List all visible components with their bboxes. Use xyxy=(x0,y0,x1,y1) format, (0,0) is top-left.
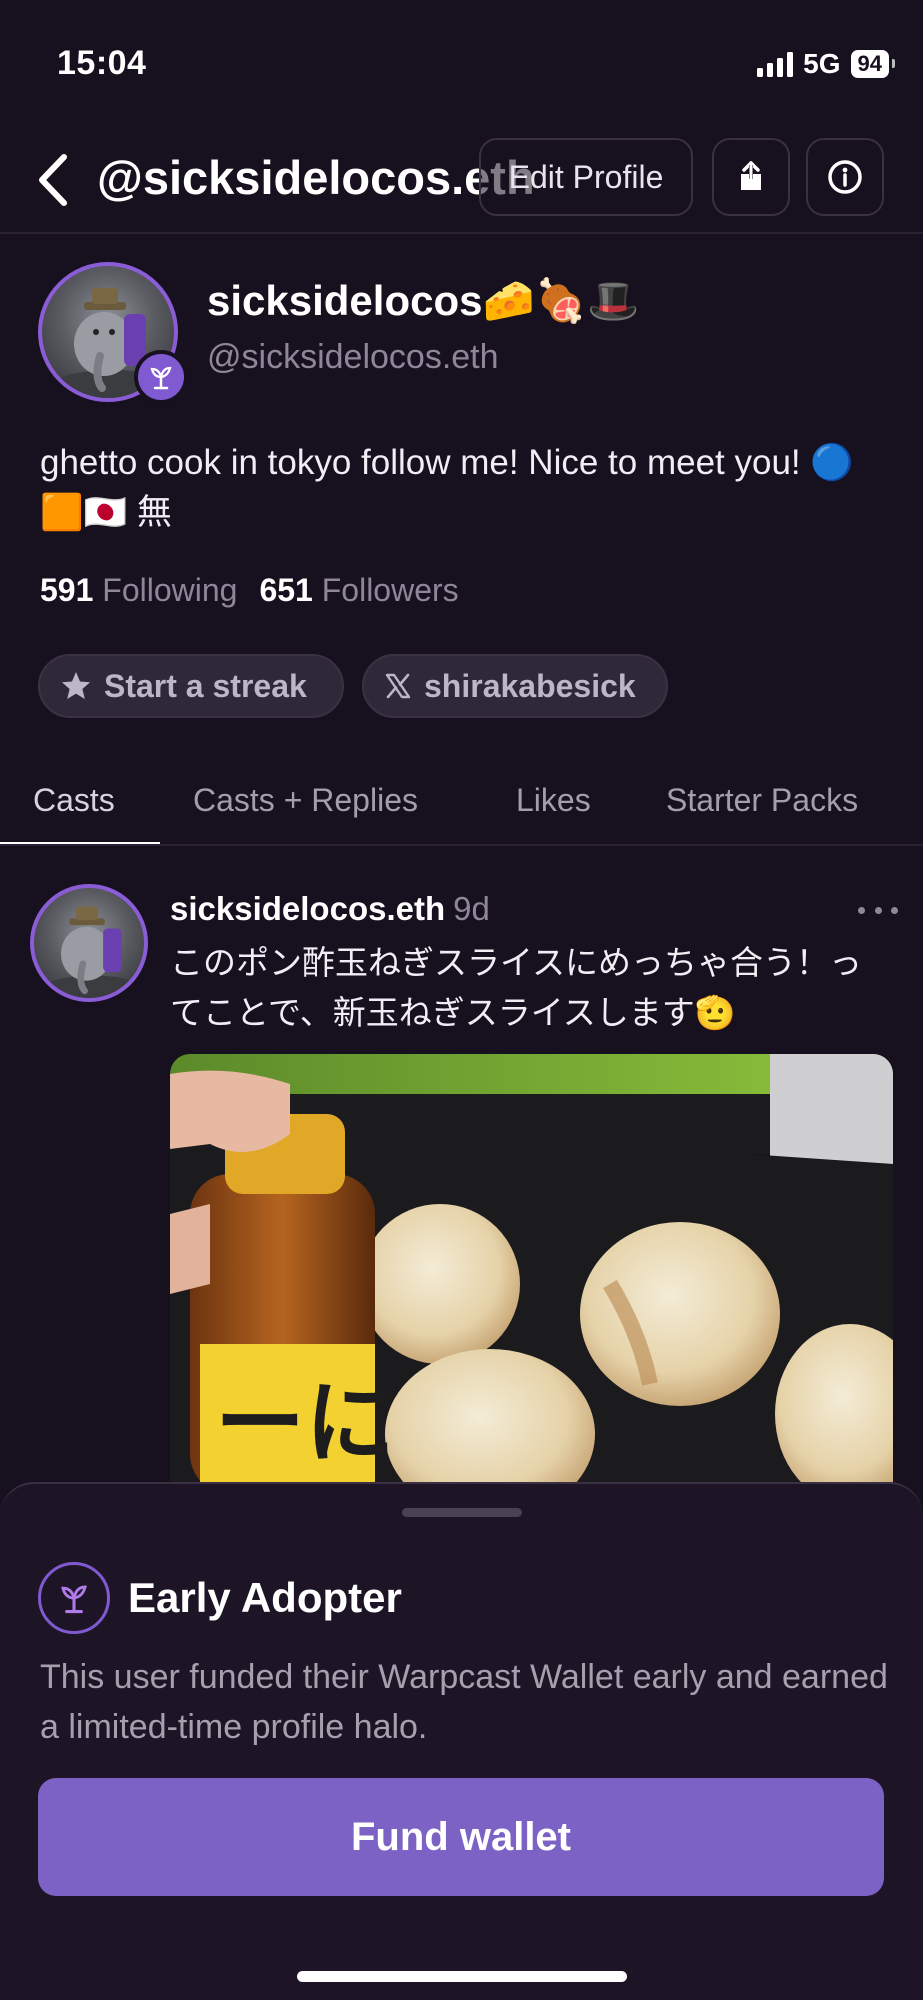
tab-starter-packs[interactable]: Starter Packs xyxy=(666,782,858,819)
following-count: 591 xyxy=(40,572,94,608)
profile-avatar[interactable] xyxy=(38,262,188,404)
followers-label: Followers xyxy=(321,572,459,608)
network-type: 5G xyxy=(803,48,841,79)
start-streak-button[interactable]: Start a streak xyxy=(38,654,344,718)
sheet-drag-handle[interactable] xyxy=(402,1508,522,1517)
status-indicators: 5G 94 xyxy=(757,48,896,80)
header-divider xyxy=(0,232,923,234)
more-dots-icon[interactable] xyxy=(858,898,898,922)
followers-stat[interactable]: 651 Followers xyxy=(259,572,458,609)
tab-likes[interactable]: Likes xyxy=(516,782,591,819)
sheet-title: Early Adopter xyxy=(128,1574,402,1621)
page-title: @sicksidelocos.eth xyxy=(97,151,535,204)
early-adopter-badge[interactable] xyxy=(134,350,188,404)
following-stat[interactable]: 591 Following xyxy=(40,572,237,609)
info-button[interactable] xyxy=(806,138,884,216)
x-account-link[interactable]: shirakabesick xyxy=(362,654,668,718)
profile-bio: ghetto cook in tokyo follow me! Nice to … xyxy=(40,443,854,532)
edit-profile-button[interactable]: Edit Profile xyxy=(479,138,693,216)
tab-casts[interactable]: Casts xyxy=(33,782,115,819)
star-icon xyxy=(62,672,90,699)
halo-badge-icon xyxy=(38,1562,110,1634)
cast-timestamp: 9d xyxy=(453,890,490,927)
chevron-left-icon xyxy=(39,154,67,206)
cast-text: このポン酢玉ねぎスライスにめっちゃ合う！ってことで、新玉ねぎスライスします🫡 xyxy=(170,944,863,1031)
cast-author[interactable]: sicksidelocos.eth 9d xyxy=(170,890,490,928)
x-handle: shirakabesick xyxy=(424,667,636,704)
username: @sicksidelocos.eth xyxy=(207,338,499,376)
cast-author-avatar[interactable] xyxy=(30,884,148,1002)
tab-casts-replies[interactable]: Casts + Replies xyxy=(193,782,418,819)
fund-wallet-button[interactable]: Fund wallet xyxy=(38,1778,884,1896)
profile-tabs: Casts Casts + Replies Likes Starter Pack… xyxy=(0,770,923,846)
svg-text:ーに: ーに xyxy=(215,1371,395,1476)
info-icon xyxy=(828,160,862,194)
back-button[interactable] xyxy=(36,150,76,210)
display-name: sicksidelocos🧀🍖🎩 xyxy=(207,277,640,324)
early-adopter-sheet: Early Adopter This user funded their War… xyxy=(0,1482,923,2000)
followers-count: 651 xyxy=(259,572,313,608)
home-indicator[interactable] xyxy=(297,1971,627,1982)
share-icon xyxy=(741,161,761,190)
sheet-description: This user funded their Warpcast Wallet e… xyxy=(40,1658,888,1746)
cast-image[interactable]: ーに xyxy=(170,1054,893,1484)
status-time: 15:04 xyxy=(57,44,147,82)
x-logo-icon xyxy=(385,673,411,699)
profile-screen: 15:04 5G 94 @sicksidelocos.eth Edit Prof… xyxy=(0,0,923,2000)
battery-icon: 94 xyxy=(850,50,896,78)
following-label: Following xyxy=(102,572,238,608)
start-streak-label: Start a streak xyxy=(104,667,307,704)
signal-icon xyxy=(757,51,794,77)
sprout-icon xyxy=(61,1585,87,1614)
share-button[interactable] xyxy=(712,138,790,216)
sprout-icon xyxy=(150,366,172,390)
follow-stats: 591 Following 651 Followers xyxy=(40,572,459,609)
cast-author-name: sicksidelocos.eth xyxy=(170,890,446,927)
tabs-divider xyxy=(0,844,923,846)
